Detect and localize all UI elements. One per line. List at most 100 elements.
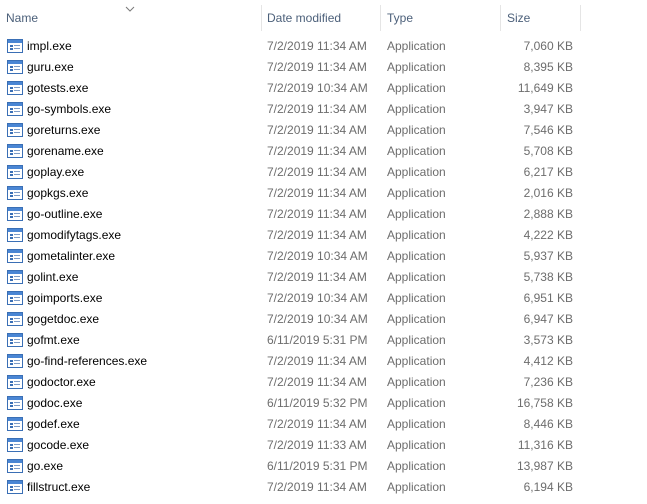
- exe-icon-glyph: [7, 102, 23, 116]
- application-exe-icon: [7, 165, 23, 179]
- file-size: 3,573 KB: [523, 333, 573, 347]
- file-date-modified: 6/11/2019 5:31 PM: [267, 459, 368, 473]
- file-row[interactable]: godoc.exe 6/11/2019 5:32 PM Application …: [0, 393, 647, 414]
- application-exe-icon: [7, 291, 23, 305]
- exe-icon-glyph: [7, 207, 23, 221]
- application-exe-icon: [7, 249, 23, 263]
- exe-icon-glyph: [7, 396, 23, 410]
- column-divider[interactable]: [261, 5, 262, 31]
- file-row[interactable]: gotests.exe 7/2/2019 10:34 AM Applicatio…: [0, 78, 647, 99]
- file-size: 8,446 KB: [523, 417, 573, 431]
- exe-icon-glyph: [7, 60, 23, 74]
- application-exe-icon: [7, 270, 23, 284]
- file-type: Application: [387, 207, 446, 221]
- file-row[interactable]: goplay.exe 7/2/2019 11:34 AM Application…: [0, 162, 647, 183]
- file-name: goplay.exe: [27, 165, 85, 179]
- column-divider[interactable]: [500, 5, 501, 31]
- file-row[interactable]: fillstruct.exe 7/2/2019 11:34 AM Applica…: [0, 477, 647, 498]
- file-row[interactable]: gocode.exe 7/2/2019 11:33 AM Application…: [0, 435, 647, 456]
- column-header-bar: Name Date modified Type Size: [0, 0, 647, 34]
- file-row[interactable]: impl.exe 7/2/2019 11:34 AM Application 7…: [0, 36, 647, 57]
- file-size: 4,412 KB: [523, 354, 573, 368]
- file-type: Application: [387, 333, 446, 347]
- file-name: go.exe: [27, 459, 64, 473]
- file-name: impl.exe: [27, 39, 72, 53]
- file-date-modified: 7/2/2019 11:34 AM: [267, 186, 367, 200]
- file-row[interactable]: gomodifytags.exe 7/2/2019 11:34 AM Appli…: [0, 225, 647, 246]
- column-header-type[interactable]: Type: [387, 5, 499, 31]
- file-date-modified: 7/2/2019 11:34 AM: [267, 165, 367, 179]
- application-exe-icon: [7, 480, 23, 494]
- file-list: impl.exe 7/2/2019 11:34 AM Application 7…: [0, 36, 647, 498]
- file-size: 3,947 KB: [523, 102, 573, 116]
- file-type: Application: [387, 312, 446, 326]
- exe-icon-glyph: [7, 249, 23, 263]
- exe-icon-glyph: [7, 186, 23, 200]
- file-row[interactable]: gofmt.exe 6/11/2019 5:31 PM Application …: [0, 330, 647, 351]
- column-divider[interactable]: [580, 5, 581, 31]
- file-name: go-outline.exe: [27, 207, 103, 221]
- file-date-modified: 7/2/2019 11:34 AM: [267, 375, 367, 389]
- file-row[interactable]: go-outline.exe 7/2/2019 11:34 AM Applica…: [0, 204, 647, 225]
- exe-icon-glyph: [7, 291, 23, 305]
- application-exe-icon: [7, 354, 23, 368]
- file-row[interactable]: go-symbols.exe 7/2/2019 11:34 AM Applica…: [0, 99, 647, 120]
- file-row[interactable]: gorename.exe 7/2/2019 11:34 AM Applicati…: [0, 141, 647, 162]
- file-row[interactable]: godef.exe 7/2/2019 11:34 AM Application …: [0, 414, 647, 435]
- file-name: godoctor.exe: [27, 375, 96, 389]
- file-type: Application: [387, 354, 446, 368]
- file-size: 7,236 KB: [523, 375, 573, 389]
- file-date-modified: 7/2/2019 11:34 AM: [267, 354, 367, 368]
- file-size: 11,649 KB: [517, 81, 573, 95]
- file-date-modified: 7/2/2019 11:34 AM: [267, 144, 367, 158]
- exe-icon-glyph: [7, 81, 23, 95]
- file-date-modified: 7/2/2019 11:34 AM: [267, 123, 367, 137]
- file-name: fillstruct.exe: [27, 480, 91, 494]
- file-row[interactable]: guru.exe 7/2/2019 11:34 AM Application 8…: [0, 57, 647, 78]
- file-row[interactable]: go-find-references.exe 7/2/2019 11:34 AM…: [0, 351, 647, 372]
- file-name: go-find-references.exe: [27, 354, 148, 368]
- application-exe-icon: [7, 60, 23, 74]
- file-size: 2,888 KB: [523, 207, 573, 221]
- file-type: Application: [387, 39, 446, 53]
- file-type: Application: [387, 459, 446, 473]
- file-row[interactable]: go.exe 6/11/2019 5:31 PM Application 13,…: [0, 456, 647, 477]
- file-name: guru.exe: [27, 60, 74, 74]
- file-type: Application: [387, 102, 446, 116]
- file-row[interactable]: goreturns.exe 7/2/2019 11:34 AM Applicat…: [0, 120, 647, 141]
- file-name: goimports.exe: [27, 291, 103, 305]
- file-row[interactable]: goimports.exe 7/2/2019 10:34 AM Applicat…: [0, 288, 647, 309]
- file-type: Application: [387, 60, 446, 74]
- column-header-date-modified[interactable]: Date modified: [267, 5, 379, 31]
- application-exe-icon: [7, 102, 23, 116]
- file-row[interactable]: godoctor.exe 7/2/2019 11:34 AM Applicati…: [0, 372, 647, 393]
- file-explorer-details-view: Name Date modified Type Size impl.exe 7/…: [0, 0, 647, 504]
- file-row[interactable]: gometalinter.exe 7/2/2019 10:34 AM Appli…: [0, 246, 647, 267]
- application-exe-icon: [7, 396, 23, 410]
- application-exe-icon: [7, 333, 23, 347]
- file-row[interactable]: gogetdoc.exe 7/2/2019 10:34 AM Applicati…: [0, 309, 647, 330]
- exe-icon-glyph: [7, 375, 23, 389]
- column-header-name[interactable]: Name: [6, 5, 260, 31]
- file-name: gopkgs.exe: [27, 186, 89, 200]
- file-name: goreturns.exe: [27, 123, 101, 137]
- file-type: Application: [387, 417, 446, 431]
- file-size: 2,016 KB: [523, 186, 573, 200]
- file-size: 7,546 KB: [523, 123, 573, 137]
- file-row[interactable]: golint.exe 7/2/2019 11:34 AM Application…: [0, 267, 647, 288]
- file-size: 13,987 KB: [516, 459, 573, 473]
- column-divider[interactable]: [380, 5, 381, 31]
- exe-icon-glyph: [7, 228, 23, 242]
- file-row[interactable]: gopkgs.exe 7/2/2019 11:34 AM Application…: [0, 183, 647, 204]
- column-header-size[interactable]: Size: [507, 5, 579, 31]
- file-name: godef.exe: [27, 417, 80, 431]
- file-type: Application: [387, 249, 446, 263]
- application-exe-icon: [7, 375, 23, 389]
- exe-icon-glyph: [7, 312, 23, 326]
- file-name: gomodifytags.exe: [27, 228, 122, 242]
- file-date-modified: 7/2/2019 11:34 AM: [267, 102, 367, 116]
- file-size: 5,937 KB: [523, 249, 573, 263]
- exe-icon-glyph: [7, 165, 23, 179]
- exe-icon-glyph: [7, 417, 23, 431]
- file-date-modified: 6/11/2019 5:32 PM: [267, 396, 368, 410]
